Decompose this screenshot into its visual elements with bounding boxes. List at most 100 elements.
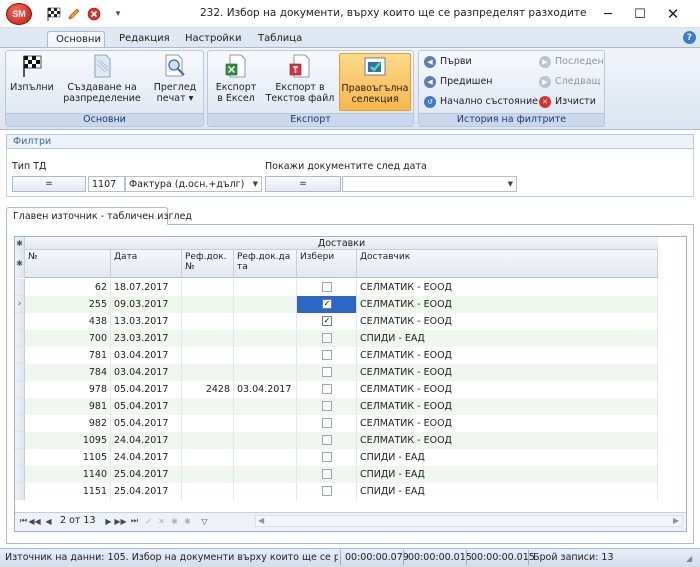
cell-ref-no[interactable] [182,449,234,466]
cell-ref-no[interactable] [182,313,234,330]
cell-ref-date[interactable] [234,330,297,347]
cancel-icon[interactable] [86,6,102,22]
cell-date[interactable]: 24.04.2017 [111,432,182,449]
tab-edit[interactable]: Редакция [111,31,178,48]
cell-ref-date[interactable] [234,415,297,432]
table-row[interactable]: 700 23.03.2017 СПИДИ - ЕАД [25,330,658,347]
select-checkbox[interactable] [322,367,332,377]
header-corner-icon[interactable]: ✱ [15,250,25,278]
select-checkbox[interactable] [322,452,332,462]
tab-table[interactable]: Таблица [250,31,310,48]
select-checkbox[interactable] [322,469,332,479]
cell-no[interactable]: 784 [25,364,111,381]
table-row[interactable]: 982 05.04.2017 СЕЛМАТИК - ЕООД [25,415,658,432]
history-previous-button[interactable]: ◀ Предишен [424,74,493,89]
cell-ref-date[interactable] [234,279,297,296]
cell-ref-date[interactable] [234,347,297,364]
cell-ref-date[interactable] [234,466,297,483]
cell-no[interactable]: 781 [25,347,111,364]
cell-no[interactable]: 1095 [25,432,111,449]
select-checkbox[interactable] [322,435,332,445]
table-row[interactable]: 1151 25.04.2017 СПИДИ - ЕАД [25,483,658,500]
cell-ref-date[interactable] [234,364,297,381]
cell-ref-no[interactable] [182,347,234,364]
table-row[interactable]: 255 09.03.2017 ✓ СЕЛМАТИК - ЕООД [25,296,658,313]
resize-grip-icon[interactable]: ◢ [686,554,692,563]
nav-next-icon[interactable]: ▶ [104,515,113,527]
select-checkbox[interactable] [322,333,332,343]
tab-settings[interactable]: Настройки [177,31,249,48]
table-row[interactable]: 781 03.04.2017 СЕЛМАТИК - ЕООД [25,347,658,364]
cell-date[interactable]: 18.07.2017 [111,279,182,296]
qat-customize-icon[interactable]: ▾ [110,6,126,22]
column-header-ref-date[interactable]: Реф.док.дата [234,250,297,278]
cell-no[interactable]: 255 [25,296,111,313]
cell-supplier[interactable]: СЕЛМАТИК - ЕООД [357,432,658,449]
app-logo[interactable]: SM [6,3,32,25]
cell-no[interactable]: 1105 [25,449,111,466]
row-indicator[interactable] [15,279,25,296]
cell-ref-no[interactable] [182,466,234,483]
nav-prev-icon[interactable]: ◀ [44,515,53,527]
cell-supplier[interactable]: СЕЛМАТИК - ЕООД [357,364,658,381]
nav-delete-icon[interactable]: ✱ [183,515,192,527]
maximize-button[interactable]: ☐ [624,0,656,28]
cell-ref-no[interactable] [182,398,234,415]
cell-date[interactable]: 13.03.2017 [111,313,182,330]
cell-no[interactable]: 62 [25,279,111,296]
cell-date[interactable]: 09.03.2017 [111,296,182,313]
row-indicator[interactable] [15,483,25,500]
export-text-button[interactable]: Експорт в Текстов файл [265,53,335,111]
cell-no[interactable]: 978 [25,381,111,398]
minimize-button[interactable]: ─ [592,0,624,28]
cell-ref-date[interactable] [234,313,297,330]
run-button[interactable]: Изпълни [8,53,56,111]
history-last-button[interactable]: ▶ Последен [539,54,604,69]
horizontal-scrollbar[interactable] [255,515,683,527]
print-preview-button[interactable]: Преглед печат ▾ [150,53,200,111]
cell-ref-date[interactable] [234,483,297,500]
row-indicator[interactable] [15,398,25,415]
date-operator-button[interactable]: = [265,176,341,192]
select-checkbox[interactable]: ✓ [322,299,332,309]
cell-no[interactable]: 438 [25,313,111,330]
doc-type-operator-button[interactable]: = [12,176,86,192]
cell-supplier[interactable]: СЕЛМАТИК - ЕООД [357,398,658,415]
scroll-left-icon[interactable]: ◀ [258,516,264,525]
rect-selection-button[interactable]: Правоъгълна селекция [339,53,411,111]
cell-ref-date[interactable] [234,449,297,466]
cell-date[interactable]: 03.04.2017 [111,364,182,381]
cell-supplier[interactable]: СПИДИ - ЕАД [357,466,658,483]
nav-filter-icon[interactable]: ▽ [200,515,209,527]
cell-ref-no[interactable] [182,364,234,381]
table-row[interactable]: 784 03.04.2017 СЕЛМАТИК - ЕООД [25,364,658,381]
cell-ref-no[interactable] [182,279,234,296]
select-checkbox[interactable]: ✓ [322,316,332,326]
nav-first-icon[interactable]: ⏮ [19,515,28,527]
history-clear-button[interactable]: ✕ Изчисти [539,94,596,109]
table-row[interactable]: 978 05.04.2017 2428 03.04.2017 СЕЛМАТИК - ЕО… [25,381,658,398]
help-icon[interactable]: ? [683,31,696,44]
cell-ref-no[interactable] [182,330,234,347]
row-indicator[interactable] [15,432,25,449]
cell-ref-no[interactable]: 2428 [182,381,234,398]
column-header-no[interactable]: № [25,250,111,278]
cell-ref-date[interactable]: 03.04.2017 [234,381,297,398]
row-indicator[interactable] [15,466,25,483]
history-initial-button[interactable]: ↺ Начално състояние [424,94,538,109]
row-indicator[interactable] [15,381,25,398]
select-checkbox[interactable] [322,282,332,292]
cell-ref-date[interactable] [234,296,297,313]
export-excel-button[interactable]: Експорт в Ексел [210,53,262,111]
row-indicator[interactable]: › [15,296,25,313]
table-row[interactable]: 1105 24.04.2017 СПИДИ - ЕАД [25,449,658,466]
cell-date[interactable]: 25.04.2017 [111,466,182,483]
cell-supplier[interactable]: СЕЛМАТИК - ЕООД [357,347,658,364]
column-header-supplier[interactable]: Доставчик [357,250,658,278]
table-row[interactable]: 62 18.07.2017 СЕЛМАТИК - ЕООД [25,279,658,296]
cell-ref-no[interactable] [182,296,234,313]
history-next-button[interactable]: ▶ Следващ [539,74,601,89]
create-distribution-button[interactable]: Създаване на разпределение [62,53,142,111]
history-first-button[interactable]: ◀ Първи [424,54,472,69]
nav-cancel-icon[interactable]: ✕ [157,515,166,527]
